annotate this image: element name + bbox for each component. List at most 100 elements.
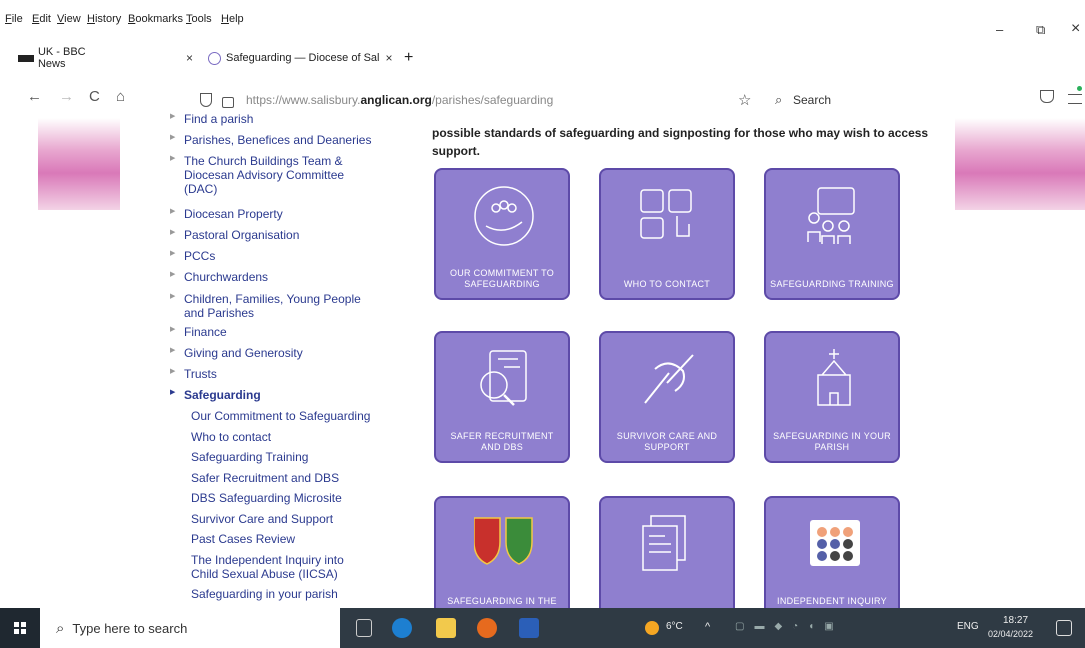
url-domain: anglican.org: [360, 93, 432, 107]
sidebar-item[interactable]: Safeguarding Training: [172, 450, 372, 464]
sidebar-item-label: Safeguarding: [184, 388, 261, 402]
sidebar-item[interactable]: ▶ Churchwardens: [170, 270, 377, 284]
task-view-icon[interactable]: [356, 619, 372, 637]
new-tab-button[interactable]: +: [404, 44, 413, 72]
chevron-right-icon: ▶: [170, 347, 176, 354]
notifications-icon[interactable]: [1056, 620, 1072, 636]
sidebar-item-label: Giving and Generosity: [184, 346, 303, 360]
chevron-right-icon: ▶: [170, 250, 176, 257]
menu-file[interactable]: File: [5, 13, 23, 25]
close-window-button[interactable]: ×: [1071, 20, 1080, 38]
temperature: 6°C: [666, 621, 683, 632]
sidebar-item[interactable]: The Independent Inquiry into Child Sexua…: [172, 553, 372, 581]
safeguarding-tile[interactable]: Who to contact: [599, 168, 735, 300]
word-icon[interactable]: [519, 618, 539, 638]
sidebar-item[interactable]: Past Cases Review: [172, 532, 372, 546]
clock-date[interactable]: 02/04/2022: [988, 629, 1033, 639]
sidebar-item-label: Safer Recruitment and DBS: [191, 471, 340, 485]
chevron-right-icon: ▶: [170, 389, 176, 396]
safeguarding-tile[interactable]: Safeguarding in your parish: [764, 331, 900, 463]
sidebar-item-label: The Independent Inquiry into Child Sexua…: [191, 553, 344, 581]
left-banner-graphic: [38, 118, 120, 210]
sidebar-item[interactable]: ▶ PCCs: [170, 249, 377, 263]
chevron-right-icon: ▶: [170, 155, 176, 162]
edge-icon[interactable]: [392, 618, 412, 638]
sidebar-item[interactable]: Who to contact: [172, 430, 372, 444]
home-button[interactable]: ⌂: [116, 88, 125, 105]
tile-label: Safeguarding Training: [770, 279, 894, 289]
sidebar-item[interactable]: ▶ Trusts: [170, 367, 377, 381]
sidebar-item[interactable]: ▶ Find a parish: [170, 112, 377, 126]
tile-label: Survivor Care and Support: [616, 431, 718, 452]
sidebar-item[interactable]: DBS Safeguarding Microsite: [172, 491, 372, 505]
sidebar-item[interactable]: Our Commitment to Safeguarding: [172, 409, 372, 423]
forward-button[interactable]: →: [59, 88, 74, 105]
menu-icon[interactable]: [1068, 94, 1082, 104]
chevron-right-icon: ▶: [170, 368, 176, 375]
firefox-icon[interactable]: [477, 618, 497, 638]
menu-help[interactable]: Help: [221, 13, 244, 25]
sidebar-item[interactable]: Safeguarding in your parish: [172, 587, 372, 601]
sidebar-item[interactable]: Safer Recruitment and DBS: [172, 471, 372, 485]
tab-safeguarding[interactable]: Safeguarding — Diocese of Sal ×: [208, 44, 394, 72]
menu-bookmarks[interactable]: Bookmarks: [128, 13, 183, 25]
clock-time[interactable]: 18:27: [1003, 615, 1028, 626]
sidebar-item[interactable]: ▶ The Church Buildings Team & Diocesan Ad…: [170, 154, 377, 196]
pocket-icon[interactable]: [1040, 90, 1054, 103]
tile-label: Our Commitment to Safeguarding: [449, 268, 555, 289]
sidebar-item[interactable]: Survivor Care and Support: [172, 512, 372, 526]
tile-label: Who to contact: [623, 279, 711, 289]
sidebar-item[interactable]: ▶ Children, Families, Young People and Pa…: [170, 292, 377, 320]
taskbar: ⌕ Type here to search 6°C ^ ▢▬◆◔◖▣ ENG 1…: [0, 608, 1085, 648]
chevron-right-icon: ▶: [170, 326, 176, 333]
sidebar-item-label: Finance: [184, 325, 227, 339]
start-button[interactable]: [0, 608, 40, 648]
sidebar-item[interactable]: ▶ Finance: [170, 325, 377, 339]
tab-close-icon[interactable]: ×: [385, 51, 392, 65]
chevron-right-icon: ▶: [170, 293, 176, 300]
tab-close-icon[interactable]: ×: [186, 51, 193, 65]
reload-button[interactable]: C: [89, 88, 100, 105]
sidebar-item-label: DBS Safeguarding Microsite: [191, 491, 342, 505]
sidebar-item[interactable]: ▶ Pastoral Organisation: [170, 228, 377, 242]
sidebar-item-label: Past Cases Review: [191, 532, 296, 546]
update-dot-icon: [1077, 86, 1082, 91]
sidebar-item-label: Find a parish: [184, 112, 254, 126]
safeguarding-tile[interactable]: Safeguarding Training: [764, 168, 900, 300]
sidebar-item-label: Our Commitment to Safeguarding: [191, 409, 371, 423]
url-bar[interactable]: https://www.salisbury. anglican.org/paris…: [200, 86, 920, 114]
file-explorer-icon[interactable]: [436, 618, 456, 638]
menu-view[interactable]: View: [57, 13, 81, 25]
minimize-button[interactable]: –: [996, 22, 1003, 37]
sidebar-item[interactable]: ▶ Diocesan Property: [170, 207, 377, 221]
sidebar-item-label: Children, Families, Young People and Par…: [184, 292, 361, 320]
sidebar-item[interactable]: ▶ Safeguarding: [170, 388, 377, 402]
safeguarding-tile[interactable]: Survivor Care and Support: [599, 331, 735, 463]
tray-chevron-icon[interactable]: ^: [705, 621, 710, 633]
diocese-favicon-icon: [208, 51, 221, 65]
menu-bar: File Edit View History Bookmarks Tools H…: [0, 0, 1085, 32]
url-path: /parishes/safeguarding: [431, 93, 554, 107]
input-language[interactable]: ENG: [957, 621, 979, 632]
sidebar-item-label: Diocesan Property: [184, 207, 283, 221]
safeguarding-tile[interactable]: Safer Recruitment and DBS: [434, 331, 570, 463]
menu-history[interactable]: History: [87, 13, 121, 25]
safeguarding-tile[interactable]: Our Commitment to Safeguarding: [434, 168, 570, 300]
tab-title: Safeguarding — Diocese of Sal: [226, 52, 380, 64]
menu-tools[interactable]: Tools: [186, 13, 212, 25]
sidebar-item[interactable]: ▶ Giving and Generosity: [170, 346, 377, 360]
restore-button[interactable]: ⧉: [1036, 22, 1045, 38]
sidebar-item[interactable]: ▶ Parishes, Benefices and Deaneries: [170, 133, 377, 147]
menu-edit[interactable]: Edit: [32, 13, 51, 25]
tab-bbc-news[interactable]: UK - BBC News ×: [18, 44, 193, 72]
back-button[interactable]: ←: [27, 88, 42, 105]
chevron-right-icon: ▶: [170, 208, 176, 215]
search-icon: ⌕: [775, 92, 783, 107]
bookmark-star-icon[interactable]: ☆: [738, 91, 751, 109]
search-icon: ⌕: [56, 619, 65, 637]
tray-icons: ▢▬◆◔◖▣: [735, 621, 844, 632]
taskbar-search-box[interactable]: ⌕ Type here to search: [40, 608, 340, 648]
tab-title: UK - BBC News: [37, 46, 86, 70]
sidebar-item-label: Who to contact: [191, 430, 272, 444]
search-field[interactable]: Search: [793, 93, 831, 107]
